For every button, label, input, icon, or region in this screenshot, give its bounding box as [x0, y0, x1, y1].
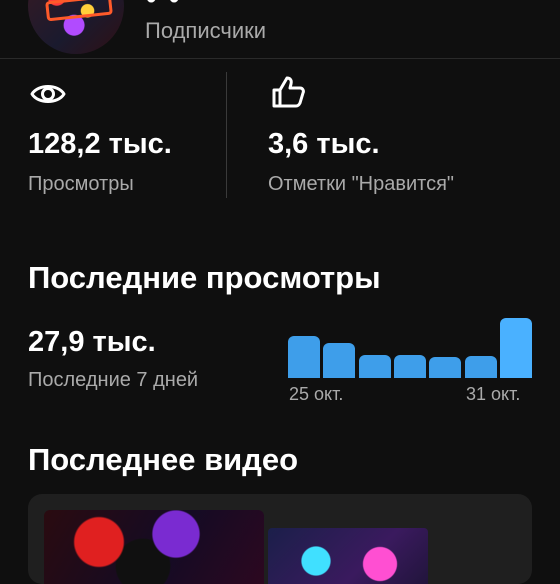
- recent-views-value: 27,9 тыс.: [28, 326, 156, 358]
- channel-avatar[interactable]: [28, 0, 124, 54]
- likes-stat[interactable]: [268, 72, 308, 117]
- latest-video-card[interactable]: [28, 494, 532, 584]
- section-divider: [0, 58, 560, 59]
- chart-bar: [393, 355, 426, 378]
- channel-name-cropped: • •: [146, 0, 181, 16]
- views-value: 128,2 тыс.: [28, 128, 172, 160]
- chart-bar: [323, 342, 356, 378]
- thumbs-up-icon: [272, 76, 305, 108]
- chart-start-date: 25 окт.: [289, 384, 344, 404]
- views-stat[interactable]: [28, 74, 68, 119]
- latest-video-title: Последнее видео: [28, 442, 299, 477]
- video-thumbnail-secondary: [268, 528, 428, 584]
- recent-views-period: Последние 7 дней: [28, 369, 199, 391]
- views-label: Просмотры: [28, 173, 134, 195]
- chart-bar: [499, 318, 532, 378]
- chart-bar: [429, 357, 462, 378]
- chart-bar: [288, 335, 321, 378]
- likes-value: 3,6 тыс.: [268, 128, 380, 160]
- recent-views-title: Последние просмотры: [28, 260, 381, 295]
- eye-icon: [30, 85, 66, 103]
- chart-bar: [464, 356, 497, 378]
- recent-views-chart[interactable]: [288, 318, 532, 378]
- chart-end-date: 31 окт.: [466, 384, 521, 404]
- video-thumbnail[interactable]: [44, 510, 264, 584]
- stats-divider: [226, 72, 227, 198]
- subscribers-label: Подписчики: [145, 18, 267, 43]
- likes-label: Отметки "Нравится": [268, 173, 455, 195]
- chart-bar: [358, 355, 391, 378]
